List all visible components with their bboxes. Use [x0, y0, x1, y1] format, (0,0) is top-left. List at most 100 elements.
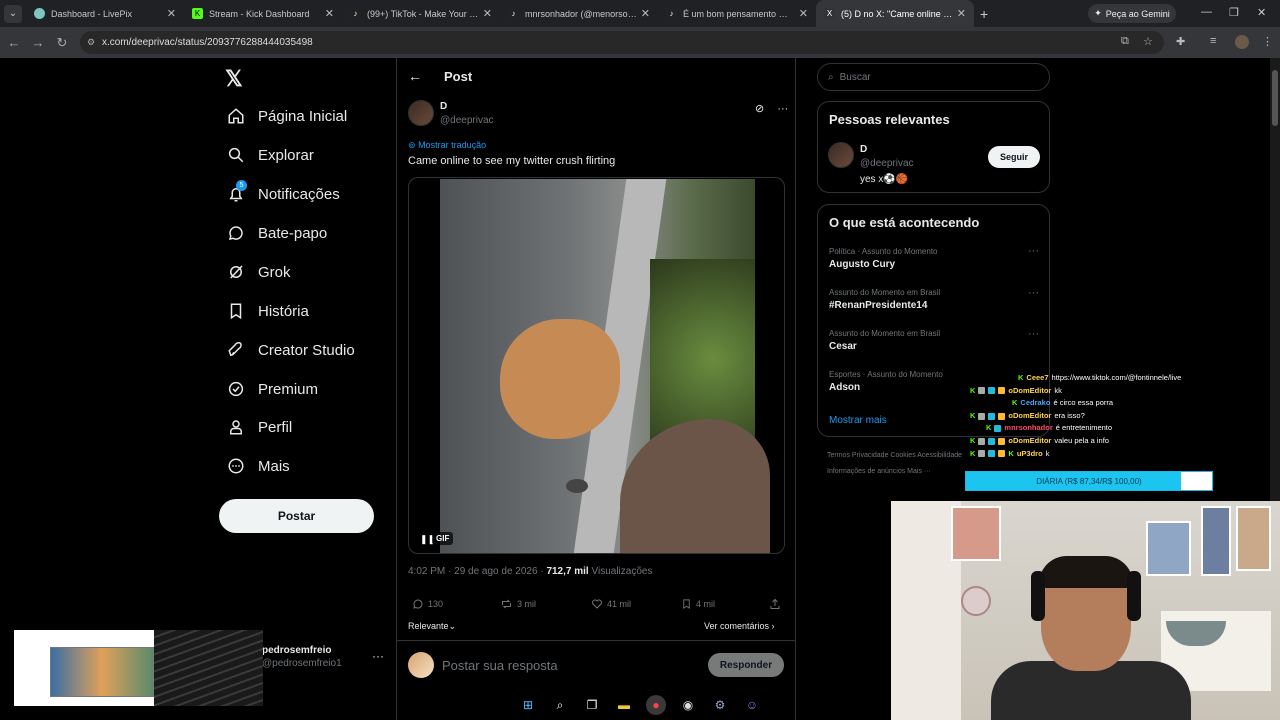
- badge-icon: [988, 387, 996, 395]
- wall-poster: [1201, 506, 1231, 576]
- nav-home[interactable]: Página Inicial: [226, 104, 347, 128]
- nav-grok[interactable]: Grok: [226, 260, 291, 284]
- author-name[interactable]: D: [440, 100, 494, 114]
- column-divider: [795, 58, 796, 720]
- more-options-icon[interactable]: ···: [372, 649, 384, 663]
- post-author[interactable]: D @deeprivac: [408, 100, 494, 128]
- back-arrow-icon[interactable]: ←: [408, 68, 422, 84]
- reply-input[interactable]: Postar sua resposta: [442, 658, 558, 673]
- gemini-button[interactable]: ✦ Peça ao Gemini: [1088, 4, 1176, 23]
- browser-tab[interactable]: ♪mnrsonhador (@menorsonhador)✕: [500, 0, 658, 27]
- url-field[interactable]: ⚙ x.com/deeprivac/status/2093776288444035…: [80, 31, 1164, 54]
- nav-premium[interactable]: Premium: [226, 377, 318, 401]
- browser-tab[interactable]: ♪É um bom pensamento — legenda✕: [658, 0, 816, 27]
- nav-notifications[interactable]: 5 Notificações: [226, 180, 340, 206]
- follow-button[interactable]: Seguir: [988, 146, 1040, 168]
- bookmark-star-icon[interactable]: ☆: [1143, 35, 1153, 48]
- nav-explore[interactable]: Explorar: [226, 143, 314, 167]
- tab-search-icon[interactable]: ⌄: [4, 4, 22, 23]
- x-logo[interactable]: 𝕏: [225, 66, 243, 92]
- chevron-down-icon: ⌄: [448, 621, 457, 631]
- share-action[interactable]: [769, 598, 781, 610]
- close-icon[interactable]: ✕: [641, 7, 650, 20]
- close-icon[interactable]: ✕: [799, 7, 808, 20]
- close-icon[interactable]: ✕: [325, 7, 334, 20]
- footer-links[interactable]: Informações de anúncios Mais ···: [827, 468, 931, 475]
- nav-profile[interactable]: Perfil: [226, 415, 292, 439]
- nav-more[interactable]: Mais: [226, 454, 290, 478]
- see-comments-link[interactable]: Ver comentários ›: [704, 621, 775, 631]
- extensions-icon[interactable]: ✚: [1176, 35, 1185, 48]
- translate-link[interactable]: ⊚ Mostrar tradução: [408, 140, 486, 151]
- badge-icon: [994, 425, 1002, 433]
- trend-item[interactable]: Assunto do Momento em Brasil Cesar: [829, 329, 940, 352]
- reply-icon: [413, 599, 423, 609]
- reply-action[interactable]: 130: [412, 598, 443, 610]
- show-more-link[interactable]: Mostrar mais: [829, 415, 887, 426]
- sort-relevant[interactable]: Relevante⌄: [408, 621, 456, 632]
- browser-tab-active[interactable]: X(5) D no X: "Came online to see my✕: [816, 0, 974, 27]
- obs-icon[interactable]: ◉: [678, 695, 698, 715]
- window-close-icon[interactable]: ✕: [1257, 6, 1266, 19]
- reading-list-icon[interactable]: ≡: [1210, 35, 1216, 47]
- site-info-icon[interactable]: ⚙: [87, 37, 95, 48]
- chrome-icon[interactable]: ●: [646, 695, 666, 715]
- orange-cat: [500, 319, 620, 439]
- chevron-right-icon: ›: [771, 621, 775, 631]
- bookmark-action[interactable]: 4 mil: [681, 598, 715, 610]
- steam-icon[interactable]: ⚙: [710, 695, 730, 715]
- gif-frame[interactable]: [440, 179, 770, 553]
- reload-icon[interactable]: ↻: [50, 35, 74, 51]
- browser-chrome: ⌄ Dashboard - LivePix ✕ K Stream - Kick Da…: [0, 0, 1280, 58]
- repost-icon: [502, 599, 511, 609]
- search-icon[interactable]: ⌕: [550, 695, 570, 715]
- footer-links[interactable]: Termos Privacidade Cookies Acessibilidad…: [827, 452, 962, 459]
- search-input[interactable]: ⌕ Buscar: [817, 63, 1050, 91]
- more-options-icon[interactable]: ···: [1028, 287, 1039, 299]
- more-options-icon[interactable]: ···: [1028, 245, 1039, 257]
- post-gif[interactable]: [408, 177, 785, 554]
- reply-button[interactable]: Responder: [708, 653, 784, 677]
- browser-tab[interactable]: K Stream - Kick Dashboard ✕: [184, 0, 342, 27]
- badge-icon: [998, 412, 1006, 420]
- nav-creator-studio[interactable]: Creator Studio: [226, 338, 355, 362]
- scrollbar-thumb[interactable]: [1272, 70, 1278, 126]
- like-action[interactable]: 41 mil: [591, 598, 631, 610]
- new-tab-icon[interactable]: +: [980, 6, 988, 22]
- close-icon[interactable]: ✕: [483, 7, 492, 20]
- trend-item[interactable]: Esportes · Assunto do Momento Adson: [829, 370, 943, 393]
- repost-action[interactable]: 3 mil: [500, 598, 536, 610]
- discord-icon[interactable]: ☺: [742, 695, 762, 715]
- browser-tab[interactable]: Dashboard - LivePix ✕: [26, 0, 184, 27]
- profile-avatar[interactable]: [1235, 35, 1249, 49]
- nav-history[interactable]: História: [226, 299, 309, 323]
- back-icon[interactable]: ←: [2, 35, 26, 50]
- grok-icon[interactable]: ⊘: [755, 103, 764, 115]
- account-switcher[interactable]: pedrosemfreio @pedrosemfreio1 ···: [262, 645, 384, 669]
- minimize-icon[interactable]: —: [1201, 6, 1212, 18]
- file-explorer-icon[interactable]: ▬: [614, 695, 634, 715]
- more-options-icon[interactable]: ···: [777, 103, 788, 115]
- search-icon: [226, 145, 246, 165]
- install-icon[interactable]: ⧉: [1121, 35, 1129, 48]
- person-info[interactable]: D @deeprivac yes x⚽🏀: [860, 143, 914, 187]
- browser-tab[interactable]: ♪ (99+) TikTok - Make Your Day ✕: [342, 0, 500, 27]
- trend-item[interactable]: Assunto do Momento em Brasil #RenanPresid…: [829, 288, 940, 311]
- avatar[interactable]: [408, 100, 434, 126]
- close-icon[interactable]: ✕: [167, 7, 176, 20]
- more-options-icon[interactable]: ···: [1028, 328, 1039, 340]
- trend-item[interactable]: Política · Assunto do Momento Augusto Cur…: [829, 247, 938, 270]
- author-handle[interactable]: @deeprivac: [440, 114, 494, 128]
- reply-composer[interactable]: Postar sua resposta: [408, 652, 558, 678]
- task-view-icon[interactable]: ❐: [582, 695, 602, 715]
- menu-icon[interactable]: ⋮: [1262, 35, 1273, 48]
- avatar[interactable]: [828, 142, 854, 168]
- maximize-icon[interactable]: ❐: [1229, 6, 1239, 19]
- windows-start-icon[interactable]: ⊞: [518, 695, 538, 715]
- tiktok-favicon-icon: ♪: [508, 8, 519, 19]
- close-icon[interactable]: ✕: [957, 7, 966, 20]
- chat-message: KoDomEditor era isso?: [970, 410, 1220, 423]
- nav-chat[interactable]: Bate-papo: [226, 221, 327, 245]
- forward-icon[interactable]: →: [26, 35, 50, 50]
- post-button[interactable]: Postar: [219, 499, 374, 533]
